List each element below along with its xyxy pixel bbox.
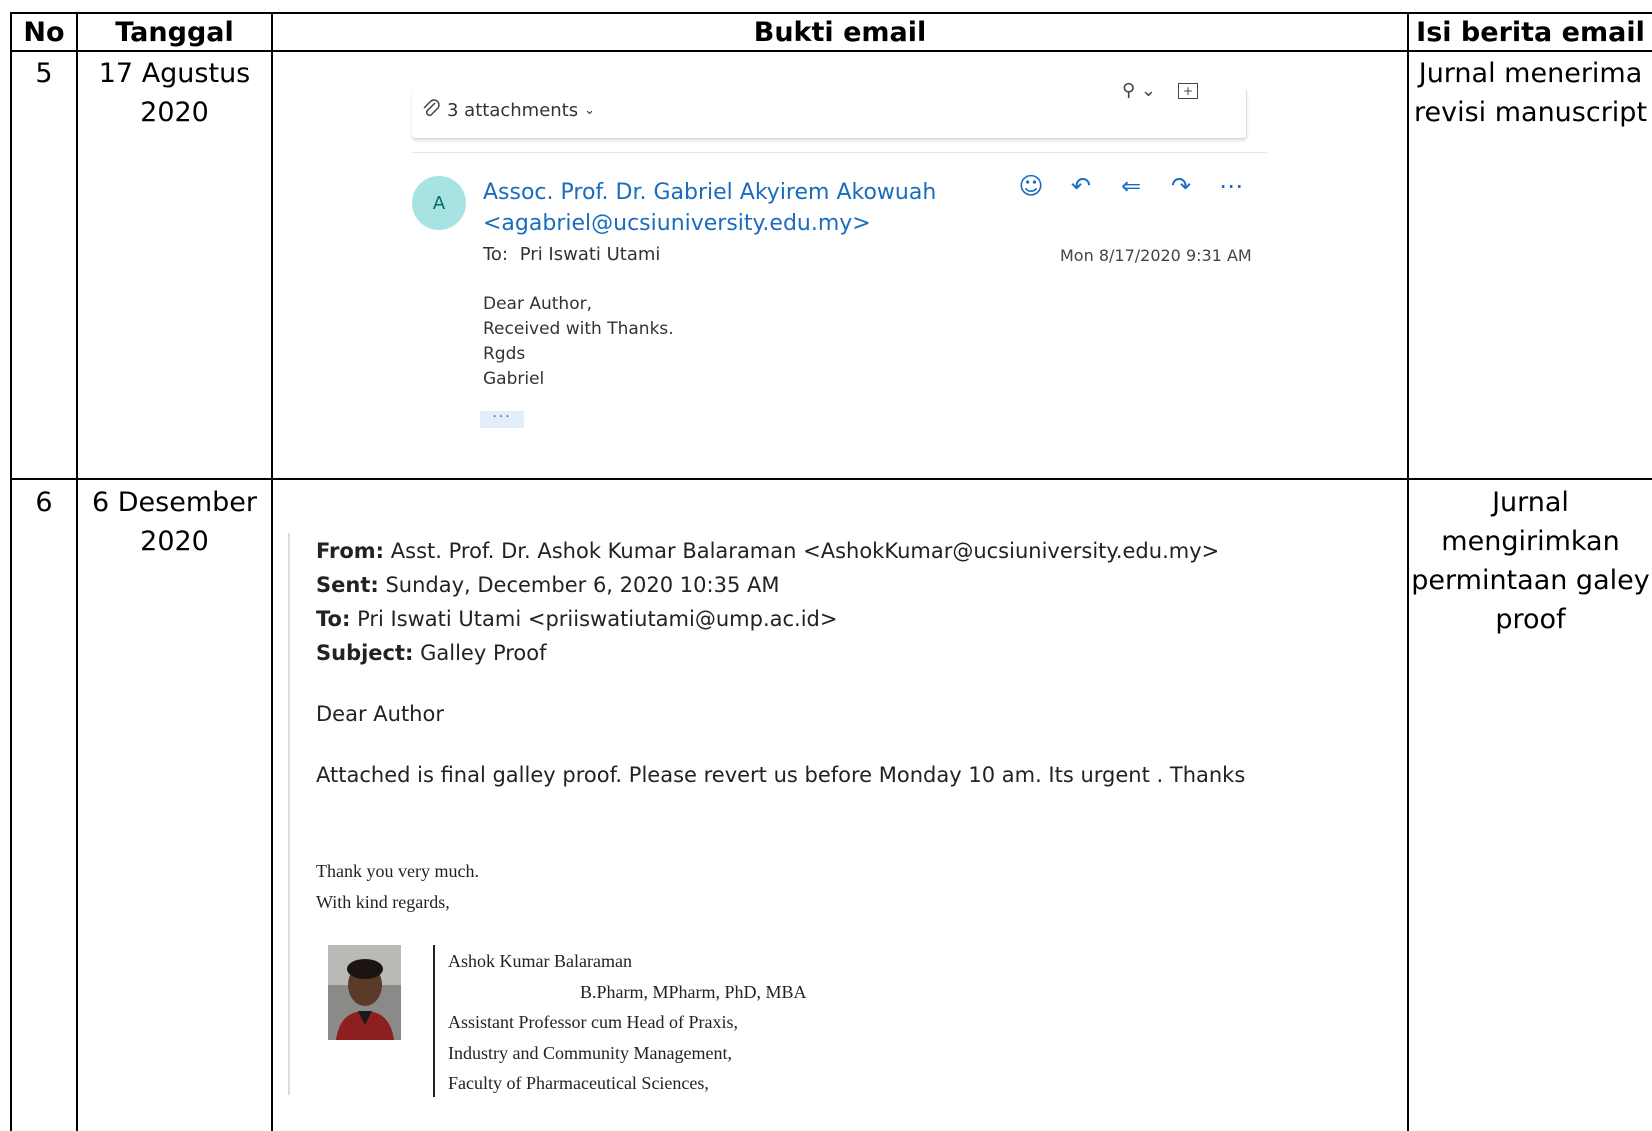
row-description-line: permintaan galey (1411, 565, 1650, 596)
signature-line: Assistant Professor cum Head of Praxis, (448, 1012, 738, 1032)
row-description-line: Jurnal (1492, 487, 1569, 518)
zoom-icon[interactable]: ⚲ ⌄ (1122, 80, 1156, 101)
subject-label: Subject: (316, 641, 414, 665)
row-date-line: 17 Agustus (98, 58, 251, 89)
to-value: Pri Iswati Utami <priiswatiutami@ump.ac.… (357, 607, 838, 631)
subject-value: Galley Proof (420, 641, 547, 665)
row-description-line: Jurnal menerima (1418, 58, 1643, 89)
recipient-line: To: Pri Iswati Utami (483, 244, 660, 265)
closing-line: Thank you very much. (316, 861, 479, 881)
row-number: 6 (35, 487, 53, 518)
attachments-label: 3 attachments (447, 100, 579, 121)
signature-line: Faculty of Pharmaceutical Sciences, (448, 1073, 709, 1093)
message-date: Mon 8/17/2020 9:31 AM (1060, 246, 1252, 265)
to-line: To: Pri Iswati Utami <priiswatiutami@ump… (316, 602, 1219, 636)
row-number: 5 (35, 58, 53, 89)
row-date: 6 Desember 2020 (78, 483, 271, 561)
header-tanggal: Tanggal (115, 17, 234, 48)
to-label: To: (483, 244, 509, 265)
from-value: Asst. Prof. Dr. Ashok Kumar Balaraman <A… (390, 539, 1220, 563)
show-more-button[interactable]: ··· (480, 410, 524, 428)
body-line: Dear Author, (483, 294, 592, 314)
forward-icon[interactable]: ↷ (1166, 172, 1196, 200)
sent-value: Sunday, December 6, 2020 10:35 AM (385, 573, 780, 597)
closing-line: With kind regards, (316, 892, 450, 912)
table-border (10, 478, 1652, 480)
table-border (10, 12, 12, 1131)
row-date: 17 Agustus 2020 (78, 54, 271, 132)
smiley-icon[interactable]: ☺ (1016, 172, 1046, 200)
body-line: Gabriel (483, 369, 545, 389)
reply-icon[interactable]: ↶ (1066, 172, 1096, 200)
signature: Ashok Kumar Balaraman B.Pharm, MPharm, P… (448, 946, 807, 1099)
header-bukti-email: Bukti email (753, 17, 927, 48)
row-description-line: mengirimkan (1441, 526, 1620, 557)
sender-name[interactable]: Assoc. Prof. Dr. Gabriel Akyirem Akowuah (483, 177, 936, 208)
reply-all-icon[interactable]: ⇐ (1116, 172, 1146, 200)
body-line: Rgds (483, 344, 526, 364)
sent-label: Sent: (316, 573, 379, 597)
subject-line: Subject: Galley Proof (316, 636, 1219, 670)
signature-divider (433, 945, 435, 1097)
row-description-line: proof (1495, 604, 1566, 635)
to-label: To: (316, 607, 351, 631)
table-border (271, 12, 273, 1131)
message-text: Attached is final galley proof. Please r… (316, 763, 1246, 787)
forwarded-header: From: Asst. Prof. Dr. Ashok Kumar Balara… (316, 534, 1219, 670)
signature-photo (328, 945, 401, 1040)
sent-line: Sent: Sunday, December 6, 2020 10:35 AM (316, 568, 1219, 602)
attachments-toggle[interactable]: 3 attachments ⌄ (421, 97, 595, 124)
header-isi-berita: Isi berita email (1416, 17, 1645, 48)
row-description-line: revisi manuscript (1413, 97, 1648, 128)
row-description: Jurnal mengirimkan permintaan galey proo… (1409, 483, 1652, 639)
row-date-line: 2020 (140, 97, 209, 128)
sender[interactable]: Assoc. Prof. Dr. Gabriel Akyirem Akowuah… (483, 177, 936, 239)
row-description: Jurnal menerima revisi manuscript (1409, 54, 1652, 132)
from-line: From: Asst. Prof. Dr. Ashok Kumar Balara… (316, 534, 1219, 568)
divider (412, 152, 1267, 153)
signature-line: B.Pharm, MPharm, PhD, MBA (580, 981, 807, 1002)
message-body: Dear Author, Received with Thanks. Rgds … (483, 292, 674, 392)
avatar: A (412, 176, 466, 230)
signature-line: Ashok Kumar Balaraman (448, 951, 632, 971)
row-date-line: 2020 (140, 526, 209, 557)
table-border (76, 12, 78, 1131)
from-label: From: (316, 539, 385, 563)
message-actions: ☺ ↶ ⇐ ↷ ⋯ (1016, 172, 1246, 200)
paperclip-icon (421, 97, 441, 124)
signature-line: Industry and Community Management, (448, 1042, 732, 1063)
expand-icon[interactable]: + (1178, 82, 1198, 99)
quote-bar (288, 533, 290, 1095)
sender-email[interactable]: <agabriel@ucsiuniversity.edu.my> (483, 208, 936, 239)
row-date-line: 6 Desember (92, 487, 257, 518)
more-icon[interactable]: ⋯ (1216, 172, 1246, 200)
body-line: Received with Thanks. (483, 319, 674, 339)
greeting: Dear Author (316, 702, 444, 726)
header-no: No (23, 17, 65, 48)
chevron-down-icon: ⌄ (584, 103, 596, 118)
closing: Thank you very much. With kind regards, (316, 856, 479, 918)
attachment-tools: ⚲ ⌄ + (1122, 80, 1198, 101)
to-name[interactable]: Pri Iswati Utami (520, 244, 661, 265)
